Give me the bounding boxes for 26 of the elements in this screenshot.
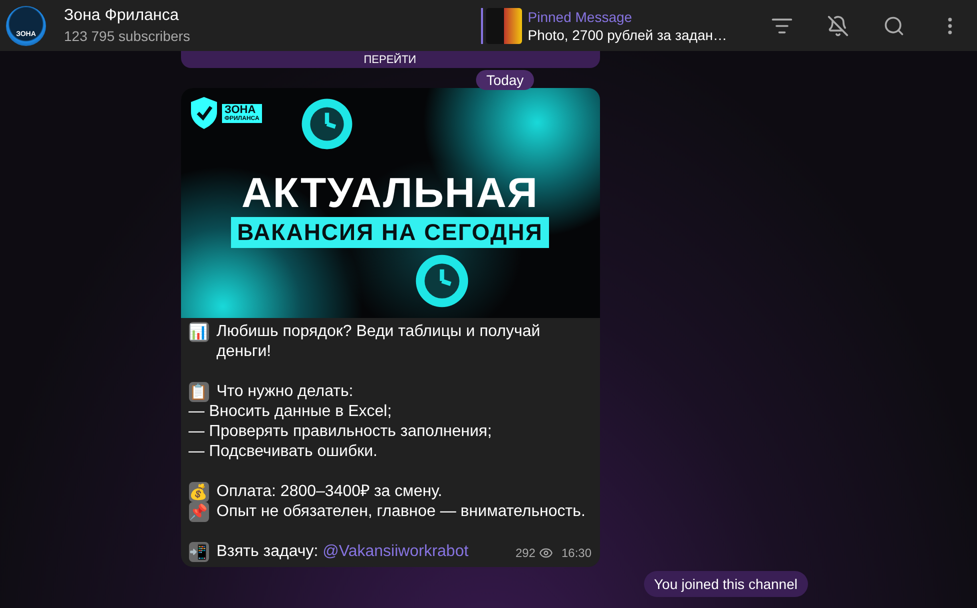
emoji-icon: 💰: [188, 482, 208, 502]
message-text: Любишь порядок? Веди таблицы и получай деньги!: [216, 322, 542, 362]
message-text: Что нужно делать:: [216, 382, 354, 402]
bot-link[interactable]: @Vakansiiworkrabot: [322, 543, 468, 560]
emoji-icon: 📊: [188, 322, 208, 342]
message-text: — Подсвечивать ошибки.: [188, 442, 378, 462]
banner-headline: АКТУАЛЬНАЯ: [242, 168, 538, 216]
message-text: Опыт не обязателен, главное — внимательность.: [216, 502, 586, 522]
emoji-icon: 📲: [188, 542, 208, 562]
banner-subheadline: ВАКАНСИЯ НА СЕГОДНЯ: [231, 216, 549, 248]
pinned-message[interactable]: Pinned Message Photo, 2700 рублей за задан…: [480, 8, 727, 44]
pinned-text: Photo, 2700 рублей за задан…: [528, 26, 727, 42]
subscriber-count: 123 795 subscribers: [64, 28, 192, 44]
channel-name: Зона Фриланса: [64, 7, 180, 25]
emoji-icon: 📌: [188, 502, 208, 522]
message-text: — Вносить данные в Excel;: [188, 402, 392, 422]
message-text: — Проверять правильность заполнения;: [188, 422, 492, 442]
pinned-title: Pinned Message: [528, 8, 634, 24]
view-count: 292: [515, 545, 536, 562]
message-text: Оплата: 2800–3400₽ за смену.: [216, 482, 442, 502]
service-message: You joined this channel: [644, 571, 808, 597]
post-button[interactable]: ПЕРЕЙТИ: [180, 51, 600, 68]
message-time: 16:30: [561, 545, 592, 562]
emoji-icon: 📋: [188, 382, 208, 402]
date-badge: Today: [476, 70, 534, 90]
message-text: Взять задачу: @Vakansiiworkrabot: [216, 542, 468, 562]
